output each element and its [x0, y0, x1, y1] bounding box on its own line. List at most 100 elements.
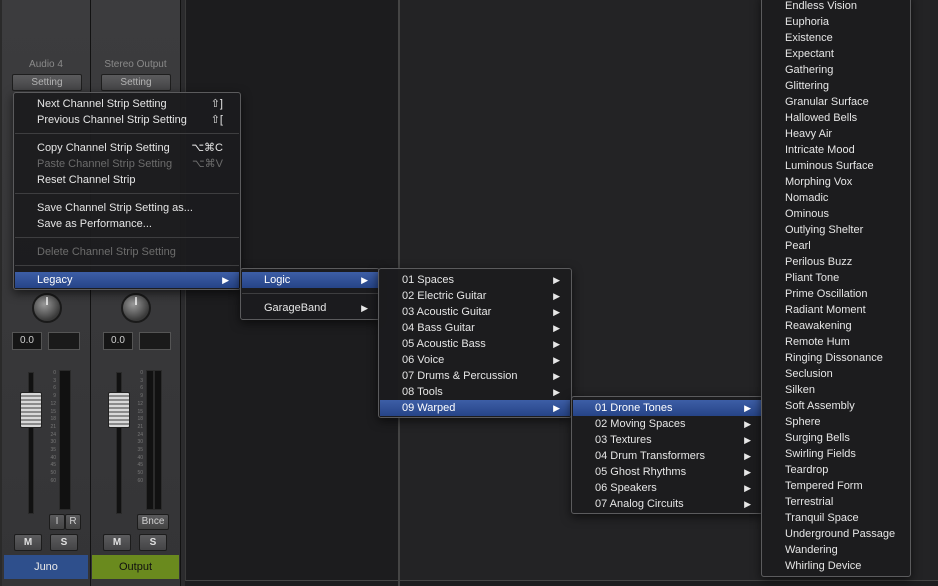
- menu-item-warped[interactable]: 09 Warped ▶: [380, 400, 570, 416]
- patch-item[interactable]: Euphoria: [763, 14, 909, 30]
- patch-item[interactable]: Ringing Dissonance: [763, 350, 909, 366]
- volume-fader[interactable]: [108, 392, 130, 428]
- setting-button[interactable]: Setting: [12, 74, 82, 91]
- patch-item[interactable]: Glittering: [763, 78, 909, 94]
- submenu-arrow-icon: ▶: [553, 275, 560, 285]
- record-enable-button[interactable]: R: [65, 514, 81, 530]
- menu-item-electric-guitar[interactable]: 02 Electric Guitar ▶: [380, 288, 570, 304]
- menu-item-ghost-rhythms[interactable]: 05 Ghost Rhythms ▶: [573, 464, 761, 480]
- patch-item[interactable]: Nomadic: [763, 190, 909, 206]
- menu-item-spaces[interactable]: 01 Spaces ▶: [380, 272, 570, 288]
- submenu-arrow-icon: ▶: [553, 403, 560, 413]
- pan-value[interactable]: 0.0: [103, 332, 133, 350]
- output-slot[interactable]: [139, 332, 171, 350]
- menu-item-tools[interactable]: 08 Tools ▶: [380, 384, 570, 400]
- menu-item-moving-spaces[interactable]: 02 Moving Spaces ▶: [573, 416, 761, 432]
- menu-item-analog-circuits[interactable]: 07 Analog Circuits ▶: [573, 496, 761, 512]
- menu-item-drone-tones[interactable]: 01 Drone Tones ▶: [573, 400, 761, 416]
- menu-item-acoustic-guitar[interactable]: 03 Acoustic Guitar ▶: [380, 304, 570, 320]
- patch-item[interactable]: Perilous Buzz: [763, 254, 909, 270]
- patch-item[interactable]: Surging Bells: [763, 430, 909, 446]
- menu-item-bass-guitar[interactable]: 04 Bass Guitar ▶: [380, 320, 570, 336]
- mute-button[interactable]: M: [103, 534, 131, 551]
- patch-item[interactable]: Morphing Vox: [763, 174, 909, 190]
- patch-item[interactable]: Ominous: [763, 206, 909, 222]
- menu-item-delete-setting: Delete Channel Strip Setting: [37, 246, 176, 258]
- input-monitor-button[interactable]: I: [49, 514, 65, 530]
- patch-item[interactable]: Wandering: [763, 542, 909, 558]
- patch-item[interactable]: Gathering: [763, 62, 909, 78]
- patch-item[interactable]: Seclusion: [763, 366, 909, 382]
- patch-item[interactable]: Tempered Form: [763, 478, 909, 494]
- menu-item-save-as-performance[interactable]: Save as Performance...: [15, 216, 239, 232]
- mute-button[interactable]: M: [14, 534, 42, 551]
- patch-item[interactable]: Whirling Device: [763, 558, 909, 574]
- menu-item-reset-strip[interactable]: Reset Channel Strip: [15, 172, 239, 188]
- solo-button[interactable]: S: [50, 534, 78, 551]
- menu-item-previous-setting[interactable]: Previous Channel Strip Setting ⇧[: [15, 112, 239, 128]
- drone-tones-submenu: Endless Vision Euphoria Existence Expect…: [761, 0, 911, 577]
- patch-item[interactable]: Silken: [763, 382, 909, 398]
- pan-value[interactable]: 0.0: [12, 332, 42, 350]
- shortcut: ⇧[: [210, 114, 223, 126]
- pan-knob[interactable]: [32, 293, 62, 323]
- submenu-arrow-icon: ▶: [744, 483, 751, 493]
- menu-item-acoustic-bass[interactable]: 05 Acoustic Bass ▶: [380, 336, 570, 352]
- channel-strip-audio-4: Audio 4 Setting 0.0 0 3 6 9 12 15 18 21 24 30 35 40…: [2, 0, 91, 586]
- logic-submenu: 01 Spaces ▶ 02 Electric Guitar ▶ 03 Acoust…: [378, 268, 572, 418]
- patch-item[interactable]: Reawakening: [763, 318, 909, 334]
- menu-item-copy-setting[interactable]: Copy Channel Strip Setting ⌥⌘C: [15, 140, 239, 156]
- patch-item[interactable]: Pliant Tone: [763, 270, 909, 286]
- menu-item-logic[interactable]: Logic ▶: [242, 272, 378, 288]
- patch-item[interactable]: Pearl: [763, 238, 909, 254]
- menu-item-save-setting-as[interactable]: Save Channel Strip Setting as...: [15, 200, 239, 216]
- volume-fader[interactable]: [20, 392, 42, 428]
- patch-item[interactable]: Teardrop: [763, 462, 909, 478]
- solo-button[interactable]: S: [139, 534, 167, 551]
- patch-item[interactable]: Soft Assembly: [763, 398, 909, 414]
- menu-item-drum-transformers[interactable]: 04 Drum Transformers ▶: [573, 448, 761, 464]
- patch-item[interactable]: Terrestrial: [763, 494, 909, 510]
- patch-item[interactable]: Endless Vision: [763, 0, 909, 14]
- level-meter-right: [154, 370, 162, 510]
- bounce-button[interactable]: Bnce: [137, 514, 169, 530]
- menu-item-speakers[interactable]: 06 Speakers ▶: [573, 480, 761, 496]
- patch-item[interactable]: Heavy Air: [763, 126, 909, 142]
- patch-item[interactable]: Expectant: [763, 46, 909, 62]
- pan-knob[interactable]: [121, 293, 151, 323]
- submenu-arrow-icon: ▶: [361, 275, 368, 285]
- menu-item-textures[interactable]: 03 Textures ▶: [573, 432, 761, 448]
- patch-item[interactable]: Tranquil Space: [763, 510, 909, 526]
- level-meter-left: [146, 370, 154, 510]
- menu-item-legacy[interactable]: Legacy ▶: [15, 272, 239, 288]
- warped-submenu: 01 Drone Tones ▶ 02 Moving Spaces ▶ 03 Tex…: [571, 396, 763, 514]
- patch-item[interactable]: Radiant Moment: [763, 302, 909, 318]
- submenu-arrow-icon: ▶: [553, 355, 560, 365]
- setting-button[interactable]: Setting: [101, 74, 171, 91]
- menu-separator: [15, 265, 239, 266]
- patch-item[interactable]: Prime Oscillation: [763, 286, 909, 302]
- patch-item[interactable]: Luminous Surface: [763, 158, 909, 174]
- menu-item-next-setting[interactable]: Next Channel Strip Setting ⇧]: [15, 96, 239, 112]
- menu-separator: [15, 193, 239, 194]
- patch-item[interactable]: Outlying Shelter: [763, 222, 909, 238]
- menu-item-voice[interactable]: 06 Voice ▶: [380, 352, 570, 368]
- patch-item[interactable]: Sphere: [763, 414, 909, 430]
- submenu-arrow-icon: ▶: [744, 403, 751, 413]
- patch-item[interactable]: Intricate Mood: [763, 142, 909, 158]
- level-meter: [59, 370, 71, 510]
- patch-item[interactable]: Swirling Fields: [763, 446, 909, 462]
- track-name-label[interactable]: Output: [92, 555, 179, 579]
- menu-item-garageband[interactable]: GarageBand ▶: [242, 300, 378, 316]
- patch-item[interactable]: Existence: [763, 30, 909, 46]
- patch-item[interactable]: Granular Surface: [763, 94, 909, 110]
- submenu-arrow-icon: ▶: [222, 275, 229, 285]
- output-slot[interactable]: [48, 332, 80, 350]
- legacy-submenu: Logic ▶ GarageBand ▶: [240, 268, 380, 320]
- patch-item[interactable]: Underground Passage: [763, 526, 909, 542]
- submenu-arrow-icon: ▶: [553, 387, 560, 397]
- patch-item[interactable]: Remote Hum: [763, 334, 909, 350]
- menu-item-drums-percussion[interactable]: 07 Drums & Percussion ▶: [380, 368, 570, 384]
- patch-item[interactable]: Hallowed Bells: [763, 110, 909, 126]
- track-name-label[interactable]: Juno: [4, 555, 88, 579]
